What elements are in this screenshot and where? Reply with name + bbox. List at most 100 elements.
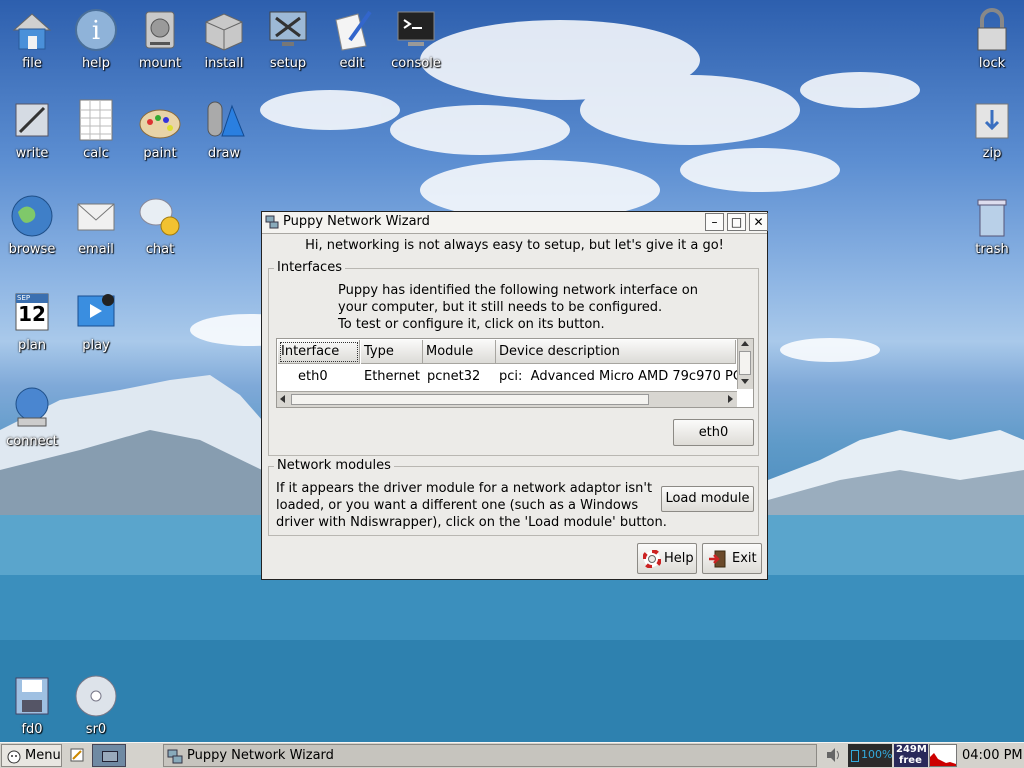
scroll-left-arrow-icon[interactable] bbox=[280, 395, 285, 403]
desktop-pager[interactable] bbox=[92, 744, 126, 767]
floppy-icon bbox=[8, 672, 56, 720]
desktop-workspace-icon bbox=[102, 751, 118, 762]
column-header-type[interactable]: Type bbox=[361, 340, 423, 364]
network-modules-group-title: Network modules bbox=[274, 458, 394, 473]
trash-can-icon bbox=[968, 192, 1016, 240]
clock[interactable]: 04:00 PM bbox=[959, 744, 1024, 767]
desktop-icon-label: setup bbox=[269, 56, 307, 71]
spreadsheet-icon bbox=[72, 96, 120, 144]
speaker-icon bbox=[825, 747, 843, 767]
desktop-icon-label: edit bbox=[339, 56, 365, 71]
tools-monitor-icon bbox=[264, 6, 312, 54]
help-button[interactable]: Help bbox=[637, 543, 697, 574]
cd-icon bbox=[72, 672, 120, 720]
desktop-icon-edit[interactable]: edit bbox=[320, 6, 384, 71]
desktop-icon-mount[interactable]: mount bbox=[128, 6, 192, 71]
desktop-icon-lock[interactable]: lock bbox=[960, 6, 1024, 71]
column-header-interface[interactable]: Interface bbox=[278, 340, 360, 364]
network-app-icon bbox=[265, 215, 279, 229]
calendar-icon: SEP 12 bbox=[8, 288, 56, 336]
desktop-icon-label: draw bbox=[207, 146, 241, 161]
desktop-icon-install[interactable]: install bbox=[192, 6, 256, 71]
column-header-module[interactable]: Module bbox=[423, 340, 496, 364]
desktop-icon-label: trash bbox=[975, 242, 1009, 257]
taskbar: Menu Puppy Network Wizard 100% 249M free… bbox=[0, 742, 1024, 768]
svg-text:i: i bbox=[92, 16, 100, 46]
desktop-icon-label: install bbox=[204, 56, 244, 71]
puppy-logo-icon bbox=[6, 748, 22, 764]
table-row[interactable]: eth0 Ethernet pcnet32 pci: Advanced Micr… bbox=[277, 365, 737, 387]
vertical-scrollbar[interactable] bbox=[737, 339, 753, 389]
desktop-icon-trash[interactable]: trash bbox=[960, 192, 1024, 257]
desktop-icon-file[interactable]: file bbox=[0, 6, 64, 71]
interfaces-description-line-3: To test or configure it, click on its bu… bbox=[338, 317, 605, 332]
quicklaunch-edit[interactable] bbox=[66, 744, 88, 767]
horizontal-scrollbar[interactable] bbox=[277, 391, 737, 407]
desktop-icon-label: fd0 bbox=[21, 722, 43, 737]
exit-button[interactable]: Exit bbox=[702, 543, 762, 574]
draw-shapes-icon bbox=[200, 96, 248, 144]
drive-icon bbox=[136, 6, 184, 54]
palette-icon bbox=[136, 96, 184, 144]
start-menu-label: Menu bbox=[25, 748, 61, 763]
volume-control[interactable] bbox=[822, 744, 846, 767]
cpu-monitor[interactable] bbox=[929, 744, 957, 767]
window-titlebar[interactable]: Puppy Network Wizard – □ ✕ bbox=[262, 212, 768, 234]
scroll-thumb[interactable] bbox=[291, 394, 649, 405]
desktop-icon-console[interactable]: console bbox=[384, 6, 448, 71]
desktop-icon-connect[interactable]: connect bbox=[0, 384, 64, 449]
desktop-icon-play[interactable]: play bbox=[64, 288, 128, 353]
calendar-month: SEP bbox=[17, 294, 31, 302]
info-icon: i bbox=[72, 6, 120, 54]
desktop-icon-sr0[interactable]: sr0 bbox=[64, 672, 128, 737]
desktop-icon-calc[interactable]: calc bbox=[64, 96, 128, 161]
package-box-icon bbox=[200, 6, 248, 54]
notepad-icon bbox=[69, 747, 85, 767]
desktop-icon-help[interactable]: i help bbox=[64, 6, 128, 71]
taskbar-task-network-wizard[interactable]: Puppy Network Wizard bbox=[163, 744, 817, 767]
interfaces-description-line-1: Puppy has identified the following netwo… bbox=[338, 283, 698, 298]
desktop-icon-chat[interactable]: chat bbox=[128, 192, 192, 257]
chat-bubble-icon bbox=[136, 192, 184, 240]
interfaces-group-title: Interfaces bbox=[274, 260, 345, 275]
window-title: Puppy Network Wizard bbox=[283, 214, 430, 229]
load-module-button[interactable]: Load module bbox=[661, 486, 754, 512]
memory-indicator[interactable]: 249M free bbox=[894, 744, 928, 767]
pen-paper-icon bbox=[328, 6, 376, 54]
desktop-icon-label: calc bbox=[83, 146, 109, 161]
start-menu-button[interactable]: Menu bbox=[1, 744, 62, 767]
interfaces-list[interactable]: Interface Type Module Device description… bbox=[276, 338, 754, 408]
desktop-icon-label: mount bbox=[138, 56, 182, 71]
desktop-icon-email[interactable]: email bbox=[64, 192, 128, 257]
desktop-icon-zip[interactable]: zip bbox=[960, 96, 1024, 161]
padlock-icon bbox=[968, 6, 1016, 54]
scroll-thumb[interactable] bbox=[739, 351, 751, 375]
scroll-down-arrow-icon[interactable] bbox=[741, 379, 749, 384]
network-app-icon bbox=[167, 748, 183, 768]
cell-type: Ethernet bbox=[364, 369, 420, 384]
close-button[interactable]: ✕ bbox=[749, 213, 768, 231]
battery-indicator[interactable]: 100% bbox=[848, 744, 892, 767]
scroll-up-arrow-icon[interactable] bbox=[741, 341, 749, 346]
battery-icon bbox=[851, 750, 859, 762]
desktop-icon-write[interactable]: write bbox=[0, 96, 64, 161]
eth0-configure-button[interactable]: eth0 bbox=[673, 419, 754, 446]
home-folder-icon bbox=[8, 6, 56, 54]
desktop-icon-browse[interactable]: browse bbox=[0, 192, 64, 257]
desktop-icon-label: chat bbox=[145, 242, 175, 257]
minimize-button[interactable]: – bbox=[705, 213, 724, 231]
modules-description-line-3: driver with Ndiswrapper), click on the '… bbox=[276, 515, 667, 530]
desktop-icon-plan[interactable]: SEP 12 plan bbox=[0, 288, 64, 353]
cell-description: pci: Advanced Micro AMD 79c970 PC bbox=[499, 369, 737, 384]
cell-module: pcnet32 bbox=[427, 369, 481, 384]
desktop-icon-setup[interactable]: setup bbox=[256, 6, 320, 71]
scroll-right-arrow-icon[interactable] bbox=[728, 395, 733, 403]
desktop-icon-label: help bbox=[81, 56, 111, 71]
desktop-icon-paint[interactable]: paint bbox=[128, 96, 192, 161]
memory-free-label: free bbox=[899, 755, 922, 766]
desktop-icon-fd0[interactable]: fd0 bbox=[0, 672, 64, 737]
maximize-button[interactable]: □ bbox=[727, 213, 746, 231]
desktop-icon-draw[interactable]: draw bbox=[192, 96, 256, 161]
desktop-icon-label: file bbox=[22, 56, 42, 71]
column-header-description[interactable]: Device description bbox=[496, 340, 736, 364]
